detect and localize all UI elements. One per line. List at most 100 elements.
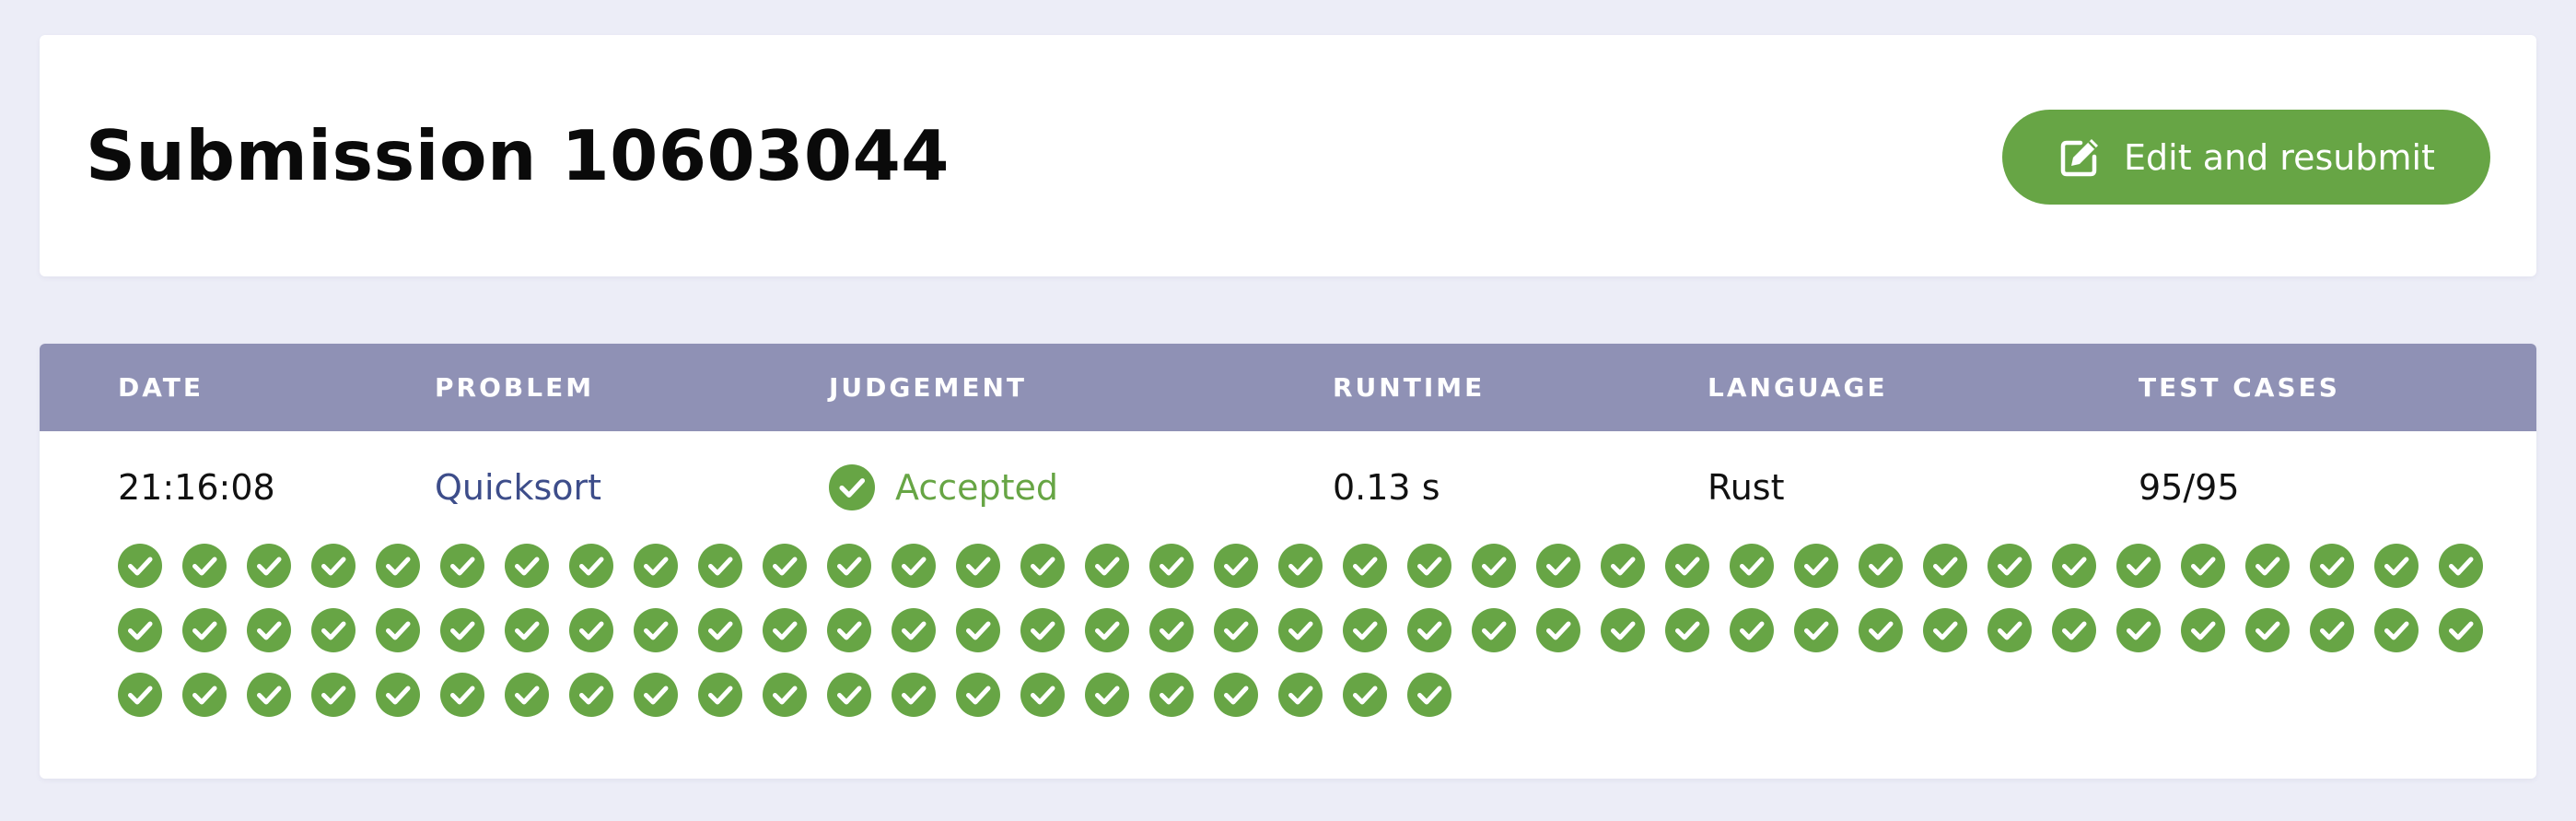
test-case-check-icon (1472, 544, 1516, 588)
submission-date: 21:16:08 (118, 467, 275, 508)
test-case-check-icon (2181, 608, 2225, 652)
test-case-check-icon (182, 608, 227, 652)
test-case-check-icon (1278, 673, 1323, 717)
test-case-check-icon (1987, 608, 2032, 652)
test-case-check-icon (247, 673, 291, 717)
test-case-check-icon (1859, 544, 1903, 588)
test-case-check-icon (1278, 608, 1323, 652)
test-case-check-icon (1730, 608, 1774, 652)
test-case-check-icon (1472, 608, 1516, 652)
test-case-check-icon (247, 544, 291, 588)
test-case-results (118, 544, 2536, 746)
test-case-check-icon (2374, 544, 2419, 588)
test-case-check-icon (1665, 608, 1709, 652)
test-case-check-icon (2116, 608, 2161, 652)
test-case-check-icon (440, 608, 484, 652)
test-case-check-icon (1536, 608, 1580, 652)
test-case-check-icon (182, 544, 227, 588)
test-case-check-icon (1601, 608, 1645, 652)
test-case-check-icon (634, 673, 678, 717)
test-case-check-icon (1407, 673, 1451, 717)
test-case-check-icon (505, 544, 549, 588)
submission-header-card: Submission 10603044 Edit and resubmit (40, 35, 2536, 276)
test-case-check-icon (1343, 608, 1387, 652)
test-case-check-icon (827, 608, 871, 652)
test-case-check-icon (1407, 608, 1451, 652)
test-case-check-icon (1149, 608, 1194, 652)
test-case-check-icon (118, 544, 162, 588)
language-value: Rust (1708, 467, 1785, 508)
accepted-check-icon (829, 464, 875, 510)
column-header-language: LANGUAGE (1708, 372, 1888, 403)
test-case-check-icon (956, 608, 1000, 652)
test-case-check-icon (827, 544, 871, 588)
test-case-check-icon (118, 608, 162, 652)
page-title: Submission 10603044 (86, 115, 950, 196)
test-case-check-icon (1730, 544, 1774, 588)
test-case-check-icon (440, 544, 484, 588)
test-case-check-icon (2439, 544, 2483, 588)
test-case-check-icon (311, 673, 356, 717)
test-case-check-icon (827, 673, 871, 717)
test-case-check-icon (763, 544, 807, 588)
submission-table: DATE PROBLEM JUDGEMENT RUNTIME LANGUAGE … (40, 344, 2536, 779)
test-case-check-icon (1343, 544, 1387, 588)
test-case-check-icon (1923, 608, 1967, 652)
test-case-check-icon (2052, 608, 2096, 652)
test-case-check-icon (763, 673, 807, 717)
runtime-value: 0.13 s (1333, 467, 1440, 508)
test-case-check-icon (763, 608, 807, 652)
test-case-check-icon (1794, 608, 1838, 652)
table-header-row: DATE PROBLEM JUDGEMENT RUNTIME LANGUAGE … (40, 344, 2536, 431)
test-case-check-icon (505, 608, 549, 652)
test-case-check-icon (118, 673, 162, 717)
test-case-check-icon (2181, 544, 2225, 588)
test-case-check-icon (440, 673, 484, 717)
test-case-check-icon (2310, 544, 2354, 588)
test-case-check-icon (1923, 544, 1967, 588)
test-case-check-icon (1407, 544, 1451, 588)
test-case-check-icon (892, 544, 936, 588)
judgement-cell: Accepted (829, 431, 1058, 544)
test-case-check-icon (1987, 544, 2032, 588)
test-case-check-icon (311, 608, 356, 652)
test-case-check-icon (892, 673, 936, 717)
edit-icon (2057, 135, 2102, 180)
test-case-check-icon (1085, 544, 1129, 588)
test-case-check-icon (1794, 544, 1838, 588)
test-case-check-icon (1214, 673, 1258, 717)
test-case-check-icon (1343, 673, 1387, 717)
test-case-check-icon (1665, 544, 1709, 588)
test-case-check-icon (1536, 544, 1580, 588)
test-case-check-icon (569, 608, 613, 652)
test-case-check-icon (505, 673, 549, 717)
test-case-check-icon (376, 544, 420, 588)
column-header-date: DATE (118, 372, 204, 403)
test-case-check-icon (1085, 608, 1129, 652)
test-case-check-icon (1020, 544, 1065, 588)
test-case-check-icon (892, 608, 936, 652)
column-header-problem: PROBLEM (435, 372, 595, 403)
test-case-check-icon (1085, 673, 1129, 717)
test-case-check-icon (634, 544, 678, 588)
test-case-check-icon (698, 544, 742, 588)
test-case-check-icon (2245, 544, 2290, 588)
judgement-label: Accepted (895, 467, 1059, 508)
problem-link[interactable]: Quicksort (435, 467, 601, 508)
test-case-check-icon (376, 673, 420, 717)
test-case-check-icon (1859, 608, 1903, 652)
test-case-check-icon (634, 608, 678, 652)
test-case-check-icon (182, 673, 227, 717)
test-case-check-icon (956, 544, 1000, 588)
test-case-check-icon (311, 544, 356, 588)
test-cases-value: 95/95 (2139, 467, 2240, 508)
test-case-check-icon (376, 608, 420, 652)
test-case-check-icon (2116, 544, 2161, 588)
test-case-check-icon (2245, 608, 2290, 652)
test-case-check-icon (247, 608, 291, 652)
test-case-check-icon (569, 544, 613, 588)
edit-and-resubmit-button[interactable]: Edit and resubmit (2002, 110, 2490, 205)
test-case-check-icon (698, 673, 742, 717)
test-case-check-icon (1149, 673, 1194, 717)
problem-cell: Quicksort (435, 431, 601, 544)
